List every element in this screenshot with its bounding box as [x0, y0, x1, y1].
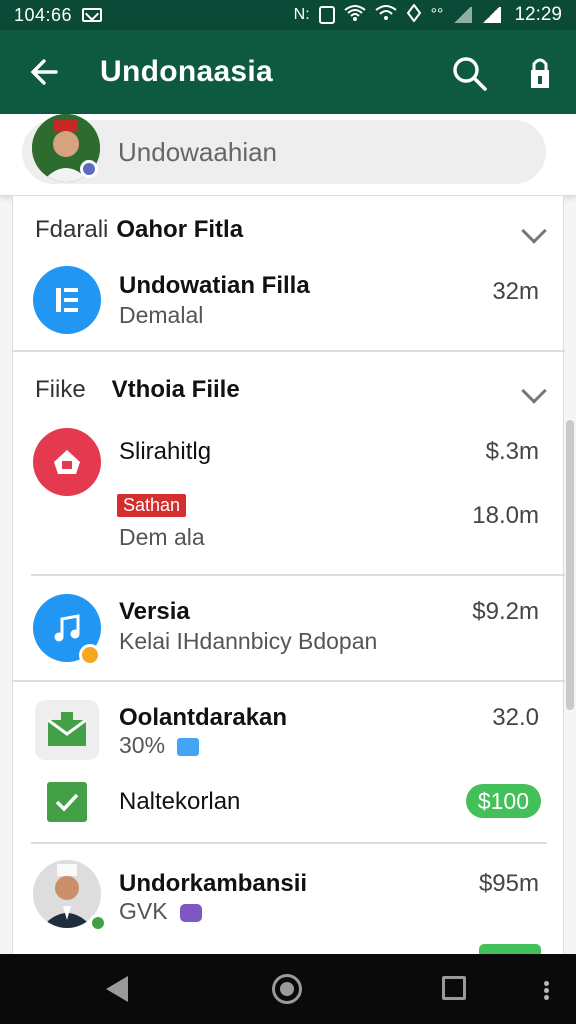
status-clock: 12:29: [514, 4, 562, 25]
item-status-dot: [79, 644, 101, 666]
more-vert-icon[interactable]: [544, 980, 549, 1000]
tag-icon: [177, 737, 200, 756]
search-button[interactable]: [448, 52, 492, 96]
signal-text: °°: [430, 6, 444, 23]
avatar-status-dot: [89, 914, 107, 932]
section-prefix: Fiike: [35, 376, 86, 403]
nav-home-icon[interactable]: [272, 974, 302, 1004]
list-item[interactable]: Undorkambansii GVK $95m: [13, 848, 565, 954]
back-button[interactable]: [12, 40, 76, 104]
list-item[interactable]: Naltekorlan $100: [13, 770, 565, 840]
list-item[interactable]: Slirahitlg $.3m Sathan 18.0m Dem ala: [13, 422, 565, 572]
network-label: N:: [293, 6, 310, 23]
app-root: 104:66 N: °° 12:29 Undonaasia Undowaahia…: [0, 0, 576, 1024]
item-subtitle: Kelai IHdannbicy Bdopan: [119, 628, 378, 654]
avatar-status-dot: [80, 160, 98, 178]
search-card: Undowaahian: [0, 114, 576, 196]
list-item[interactable]: Undowatian Filla Demalal 32m: [13, 260, 565, 350]
navigation-bar: [0, 954, 576, 1024]
search-placeholder: Undowaahian: [118, 136, 278, 167]
lock-button[interactable]: [520, 52, 560, 96]
item-title: Oolantdarakan: [119, 704, 288, 731]
section-header-1[interactable]: Fdarali Oahor Fitla: [13, 200, 565, 260]
section-prefix: Fdarali: [35, 216, 109, 243]
item-subtitle: Dem ala: [119, 524, 205, 550]
mail-notification-icon: [82, 8, 103, 22]
item-amount: $9.2m: [472, 598, 539, 625]
item-amount-secondary: 18.0m: [472, 502, 539, 529]
item-title: Versia: [119, 598, 190, 625]
divider: [13, 680, 565, 682]
chevron-down-icon[interactable]: [521, 218, 547, 244]
item-subtitle: 30%: [119, 732, 200, 759]
data-sync-icon: [406, 2, 422, 27]
check-icon: [47, 782, 87, 822]
item-amount: $95m: [478, 870, 539, 897]
item-amount: 32.0: [492, 704, 539, 731]
item-subtitle: Demalal: [119, 302, 204, 328]
item-amount: 32m: [492, 278, 539, 305]
item-subtitle: GVK: [119, 898, 202, 925]
transaction-list: Fdarali Oahor Fitla Undowatian Filla Dem…: [12, 196, 565, 956]
signal-strength-icon: [452, 7, 473, 23]
section-header-2[interactable]: Fiike Vthoia Fiile: [13, 360, 565, 420]
status-badge: Sathan: [117, 494, 187, 517]
mail-icon: [35, 700, 99, 760]
item-title: Slirahitlg: [119, 438, 212, 465]
amount-pill[interactable]: $100: [465, 784, 541, 818]
search-input[interactable]: Undowaahian: [22, 120, 546, 184]
app-title: Undonaasia: [100, 55, 274, 88]
status-icons: N: °° 12:29: [293, 2, 562, 27]
item-amount: $.3m: [485, 438, 539, 465]
list-item[interactable]: Versia Kelai IHdannbicy Bdopan $9.2m: [13, 580, 565, 680]
amount-pill-partial: [479, 944, 541, 954]
section-name: Vthoia Fiile: [111, 376, 240, 403]
status-bar: 104:66 N: °° 12:29: [0, 0, 576, 30]
item-title: Undorkambansii: [119, 870, 308, 897]
wifi-secondary-icon: [375, 4, 397, 27]
item-title: Undowatian Filla: [119, 272, 310, 299]
arrow-left-icon: [30, 59, 58, 85]
list-icon: [33, 266, 101, 334]
nav-back-icon[interactable]: [106, 976, 128, 1002]
divider: [31, 842, 547, 844]
nav-recents-icon[interactable]: [442, 976, 466, 1000]
chevron-down-icon[interactable]: [521, 378, 547, 404]
scrollbar[interactable]: [566, 420, 574, 710]
lock-icon: [531, 58, 549, 88]
section-name: Oahor Fitla: [116, 216, 244, 243]
wifi-icon: [344, 4, 366, 27]
app-bar: Undonaasia: [0, 30, 576, 114]
tag-icon: [179, 903, 202, 922]
home-icon: [33, 428, 101, 496]
divider: [13, 350, 565, 352]
divider: [31, 574, 565, 576]
item-percent: 30%: [119, 732, 166, 758]
signal-strength-icon-2: [481, 7, 502, 23]
search-icon: [453, 57, 487, 91]
status-time-left: 104:66: [14, 4, 73, 25]
item-title: Naltekorlan: [119, 788, 241, 815]
item-sub-text: GVK: [119, 898, 168, 924]
nfc-icon: [318, 6, 335, 24]
list-item[interactable]: Oolantdarakan 30% 32.0: [13, 686, 565, 766]
